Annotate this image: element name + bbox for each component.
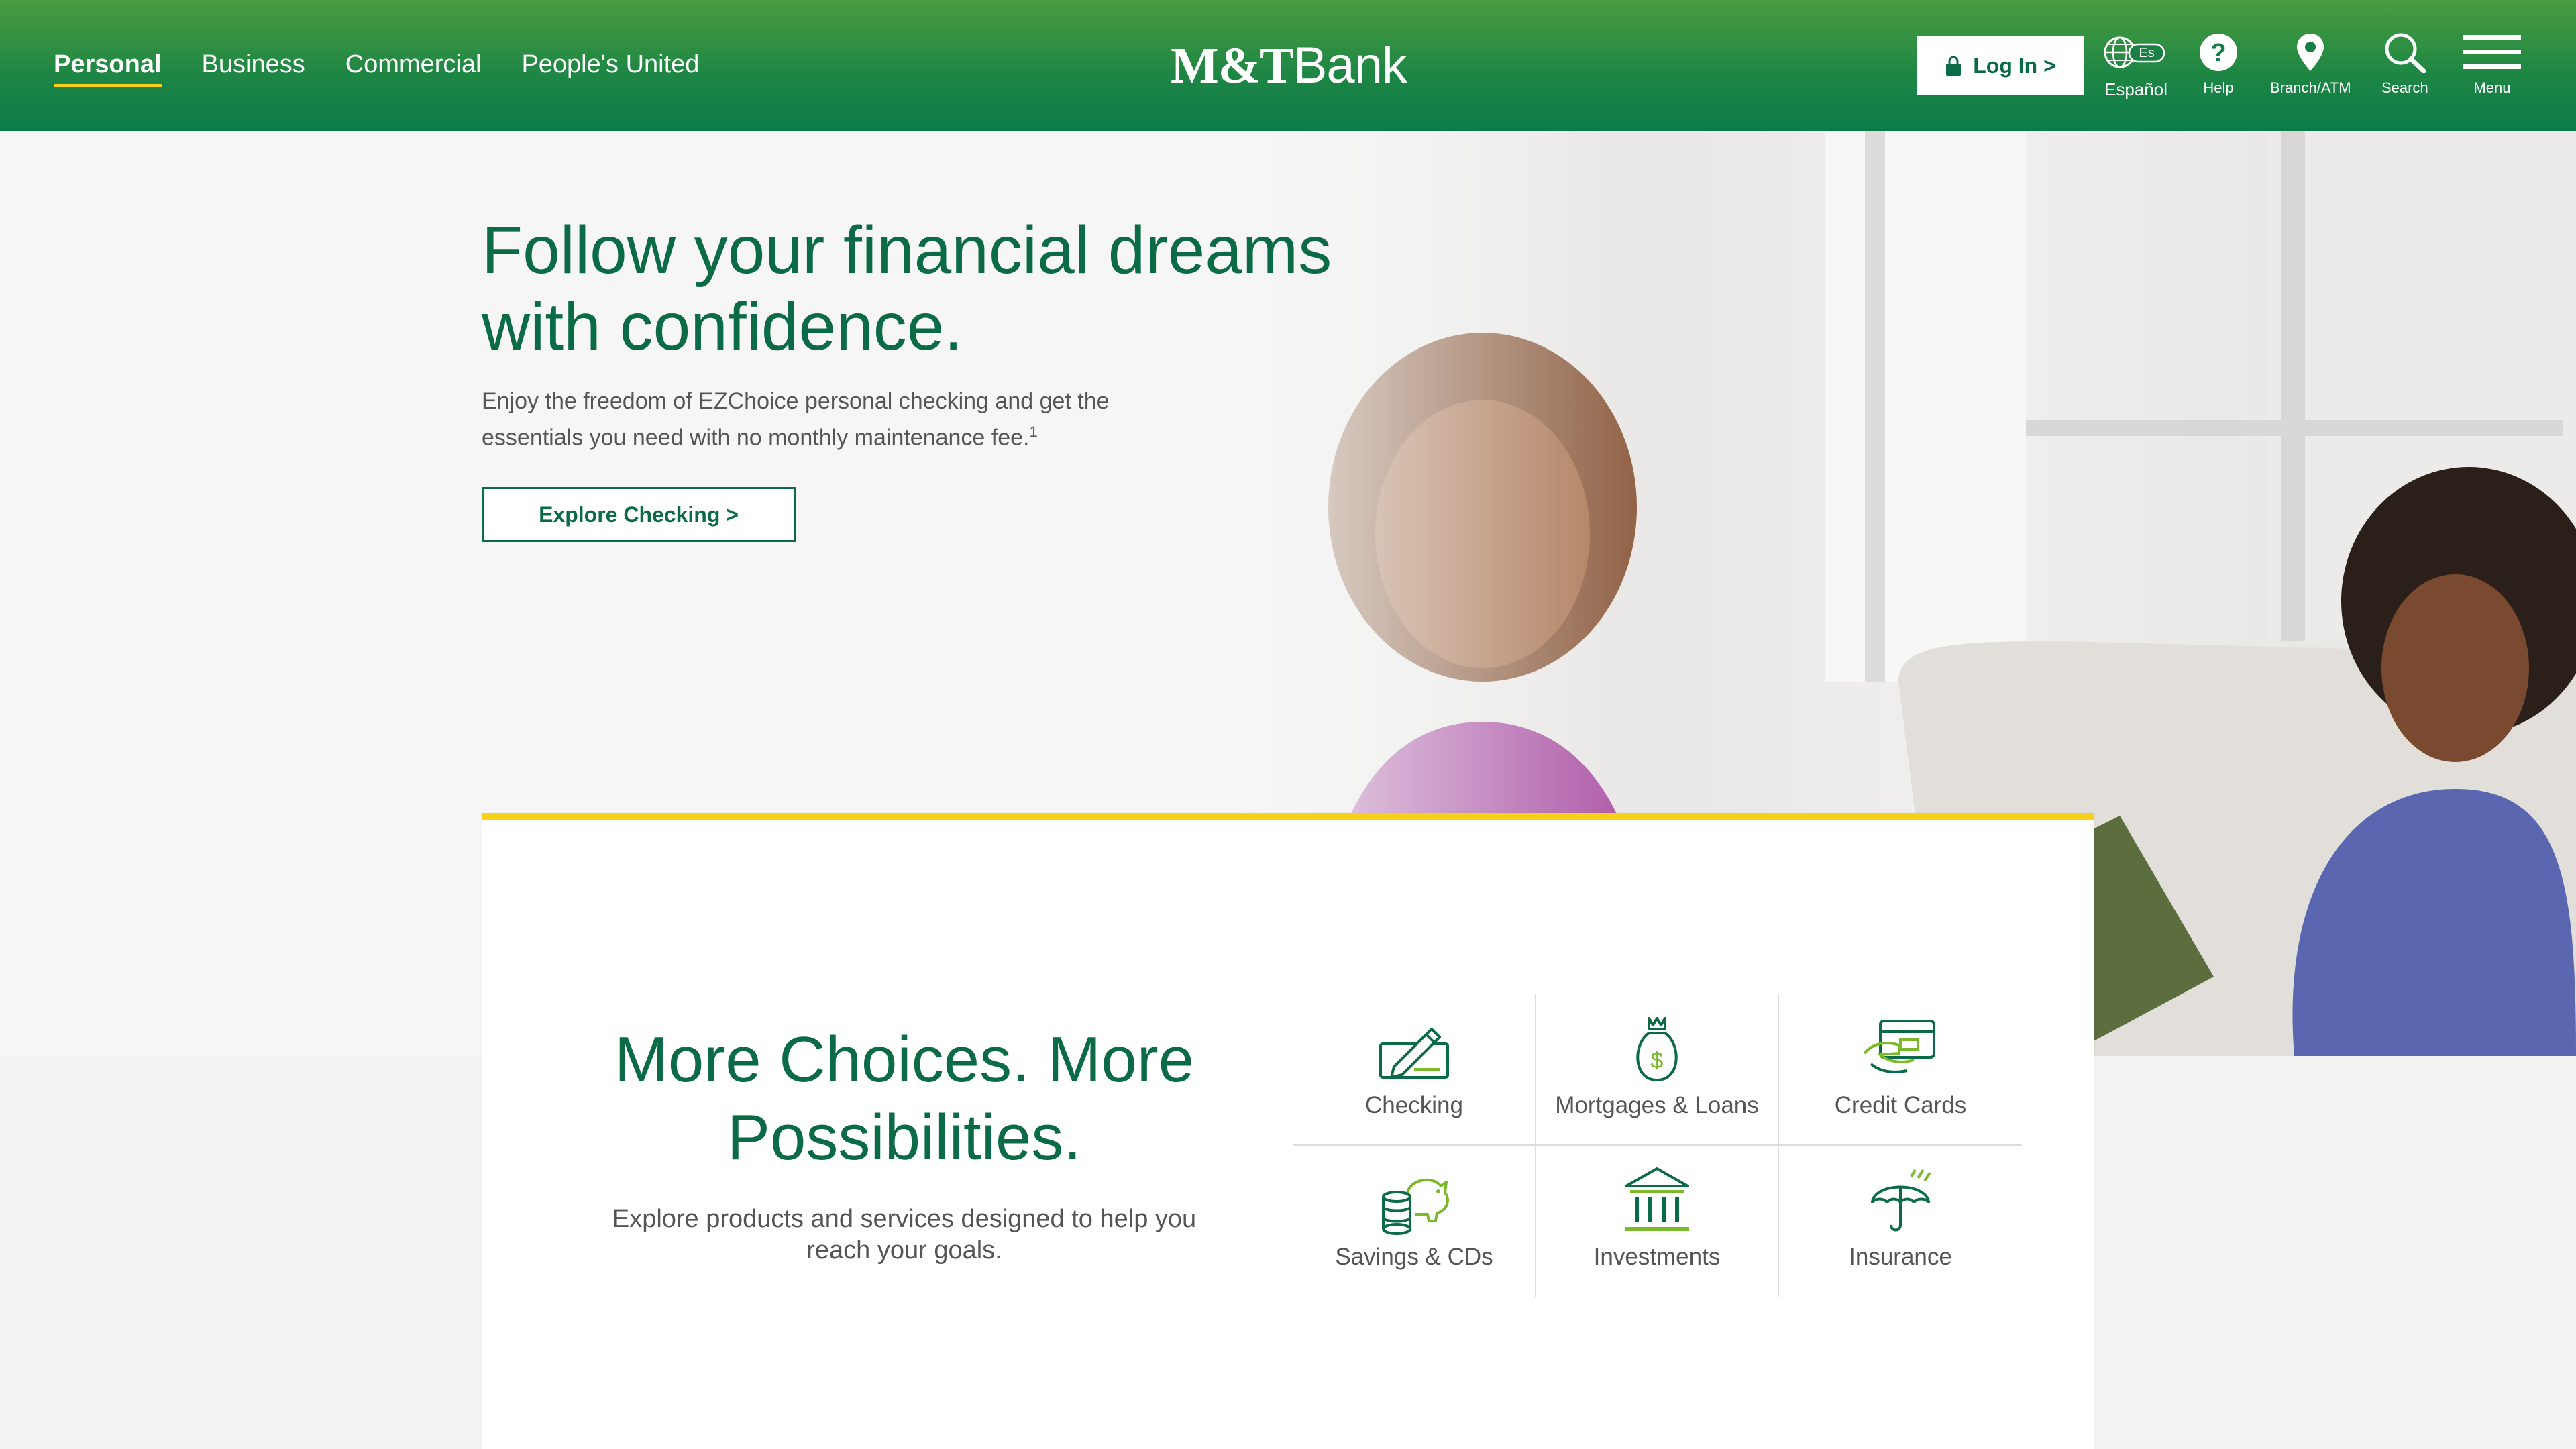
product-credit-cards[interactable]: Credit Cards — [1779, 994, 2022, 1146]
branch-atm-label: Branch/ATM — [2270, 79, 2351, 96]
login-button[interactable]: Log In > — [1917, 36, 2084, 95]
primary-nav: Personal Business Commercial People's Un… — [54, 48, 699, 87]
branch-atm-button[interactable]: Branch/ATM — [2270, 30, 2351, 97]
product-label: Mortgages & Loans — [1555, 1092, 1759, 1118]
products-title: More Choices. More Possibilities. — [614, 1024, 1195, 1173]
nav-commercial[interactable]: Commercial — [345, 48, 482, 83]
umbrella-icon — [1871, 1169, 1931, 1232]
nav-peoples-united[interactable]: People's United — [521, 48, 699, 83]
site-header: Personal Business Commercial People's Un… — [0, 0, 2576, 131]
espanol-label: Español — [2104, 79, 2167, 99]
logo-brand: M&T — [1171, 38, 1294, 94]
product-label: Credit Cards — [1834, 1092, 1967, 1118]
product-label: Investments — [1593, 1244, 1721, 1270]
money-bag-icon: $ — [1636, 1017, 1678, 1082]
product-investments[interactable]: Investments — [1536, 1146, 1779, 1297]
help-button[interactable]: ? Help — [2199, 30, 2238, 97]
credit-card-hand-icon — [1863, 1020, 1935, 1073]
logo-suffix: Bank — [1293, 37, 1407, 94]
product-insurance[interactable]: Insurance — [1779, 1146, 2022, 1297]
product-checking[interactable]: Checking — [1293, 994, 1536, 1146]
products-card: More Choices. More Possibilities. Explor… — [482, 813, 2094, 1449]
product-label: Savings & CDs — [1335, 1244, 1493, 1270]
hero-title: Follow your financial dreams with confid… — [482, 213, 1332, 364]
explore-checking-button[interactable]: Explore Checking > — [482, 487, 796, 542]
product-label: Checking — [1365, 1092, 1463, 1118]
svg-text:Es: Es — [2139, 46, 2154, 60]
hero-subtitle: Enjoy the freedom of EZChoice personal c… — [482, 386, 1193, 453]
lock-icon — [1946, 56, 1962, 76]
product-mortgages-loans[interactable]: $ Mortgages & Loans — [1536, 994, 1779, 1146]
menu-button[interactable]: Menu — [2463, 30, 2521, 97]
menu-label: Menu — [2473, 79, 2511, 96]
login-label: Log In > — [1973, 53, 2056, 78]
piggy-bank-icon — [1382, 1179, 1449, 1235]
nav-business[interactable]: Business — [202, 48, 305, 83]
globe-language-icon: Es — [2104, 36, 2165, 68]
help-label: Help — [2203, 79, 2234, 96]
search-label: Search — [2381, 79, 2428, 96]
espanol-button[interactable]: Es Español — [2104, 30, 2168, 100]
hamburger-menu-icon — [2463, 35, 2521, 69]
products-grid: Checking $ Mortgages & Loans Credit Card… — [1293, 994, 2022, 1297]
checkbook-icon — [1379, 1028, 1449, 1079]
nav-personal[interactable]: Personal — [54, 48, 162, 87]
help-icon: ? — [2200, 34, 2237, 71]
svg-text:$: $ — [1651, 1048, 1664, 1073]
map-pin-icon — [2297, 34, 2324, 71]
product-label: Insurance — [1849, 1244, 1952, 1270]
search-icon — [2385, 33, 2426, 73]
search-button[interactable]: Search — [2381, 30, 2428, 97]
product-savings-cds[interactable]: Savings & CDs — [1293, 1146, 1536, 1297]
bank-building-icon — [1625, 1167, 1689, 1231]
hero-subtitle-text: Enjoy the freedom of EZChoice personal c… — [482, 388, 1110, 451]
hero-footnote[interactable]: 1 — [1030, 423, 1038, 440]
svg-text:?: ? — [2210, 39, 2226, 67]
mt-bank-logo[interactable]: M&TBank — [1171, 39, 1407, 93]
products-subtitle: Explore products and services designed t… — [612, 1205, 1197, 1265]
